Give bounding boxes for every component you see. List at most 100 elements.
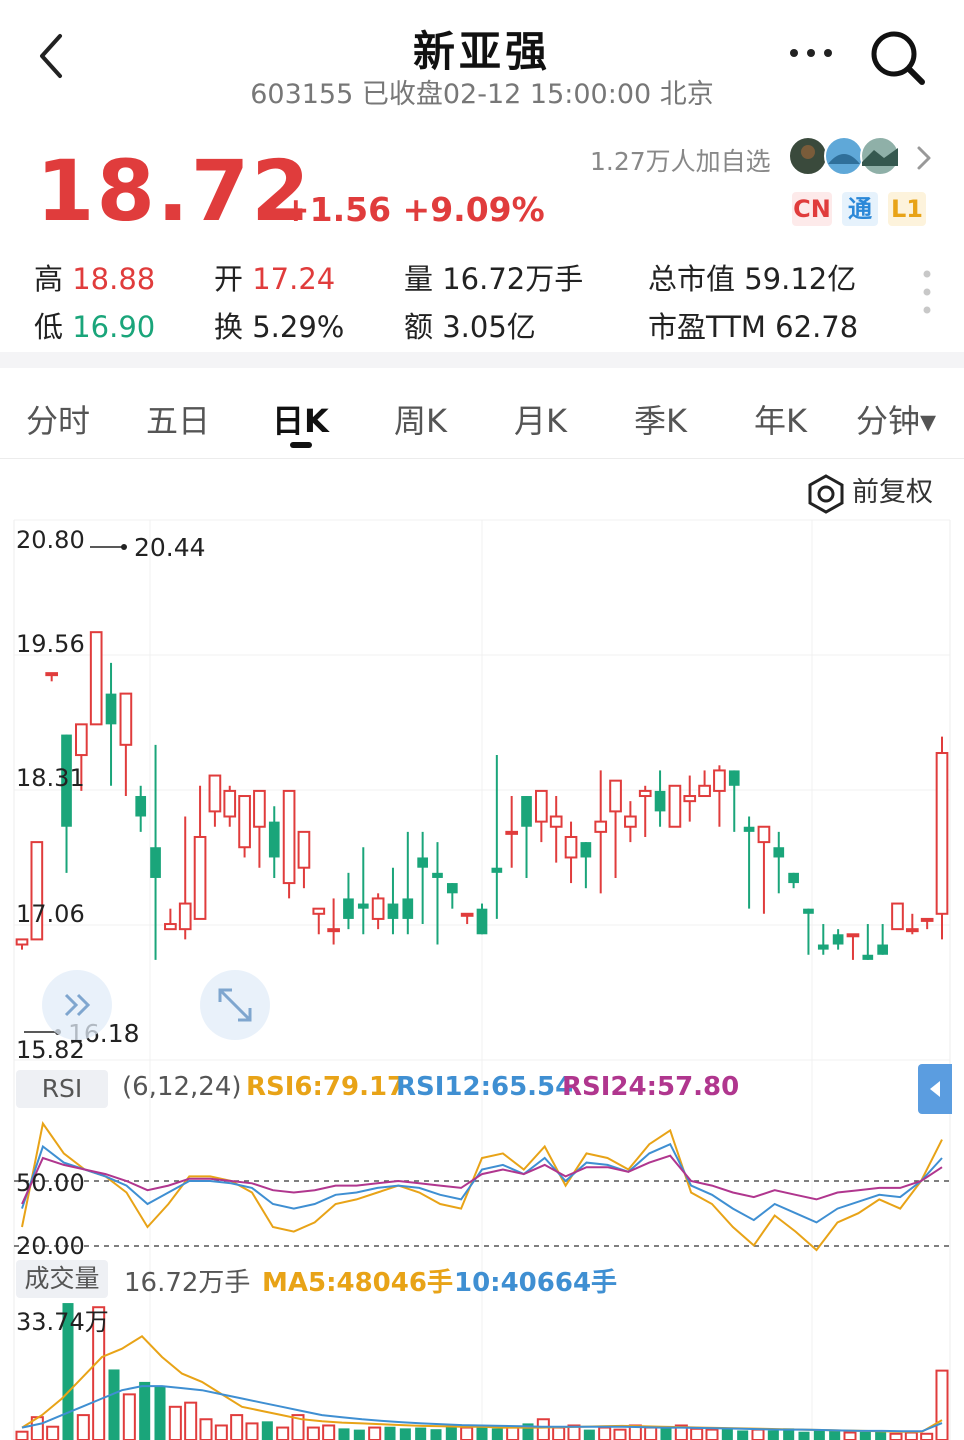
candle-body-53 — [803, 908, 814, 914]
candle-body-11 — [178, 902, 192, 931]
candle-body-44 — [668, 784, 682, 828]
volume-bar-49 — [767, 1430, 779, 1440]
fast-forward-button[interactable] — [42, 970, 112, 1040]
rsi-params: (6,12,24) — [122, 1072, 242, 1102]
candle-body-38 — [580, 842, 592, 858]
candle-body-59 — [891, 902, 904, 931]
candle-body-10 — [164, 923, 177, 931]
volume-bar-29 — [460, 1426, 474, 1440]
volume-indicator-button[interactable]: 成交量 — [16, 1260, 108, 1298]
rsi-axis-label-0: 50.00 — [16, 1169, 85, 1197]
volume-bar-16 — [261, 1421, 273, 1440]
volume-bar-30 — [476, 1426, 488, 1440]
candle-body-47 — [713, 769, 726, 792]
candle-body-5 — [89, 631, 103, 726]
volume-bar-7 — [122, 1393, 136, 1440]
candle-body-24 — [371, 897, 385, 920]
candle-body-43 — [654, 790, 666, 812]
candle-body-60 — [905, 928, 919, 933]
rsi24-legend: RSI24:57.80 — [562, 1072, 740, 1102]
volume-bar-42 — [660, 1428, 672, 1440]
candle-body-61 — [920, 917, 934, 922]
price-axis-label-2: 18.31 — [16, 764, 85, 792]
volume-bar-46 — [721, 1428, 733, 1440]
volume-bar-0 — [15, 1430, 29, 1440]
price-axis-label-0: 20.80 — [16, 526, 85, 554]
candle-body-19 — [297, 830, 311, 869]
rsi6-legend: RSI6:79.17 — [246, 1072, 406, 1102]
candle-body-22 — [343, 898, 354, 919]
fullscreen-button[interactable] — [200, 970, 270, 1040]
price-axis-label-3: 17.06 — [16, 900, 85, 928]
candle-body-49 — [743, 826, 755, 832]
candle-body-20 — [312, 907, 326, 915]
volume-bar-58 — [904, 1431, 918, 1440]
caret-left-icon — [930, 1081, 940, 1097]
volume-bar-23 — [368, 1426, 382, 1440]
candle-body-17 — [268, 821, 280, 858]
candle-body-37 — [564, 835, 578, 859]
volume-bar-11 — [184, 1401, 198, 1440]
candle-body-35 — [535, 789, 548, 823]
rsi-axis-label-1: 20.00 — [16, 1232, 85, 1260]
candle-body-28 — [432, 872, 443, 878]
candle-body-32 — [491, 867, 503, 873]
volume-bar-53 — [829, 1430, 841, 1440]
volume-bar-47 — [737, 1430, 749, 1440]
candle-body-29 — [446, 883, 458, 894]
price-axis-label-1: 19.56 — [16, 630, 85, 658]
candle-body-48 — [728, 770, 740, 786]
candle-body-14 — [223, 789, 237, 818]
candle-body-16 — [253, 789, 266, 828]
vol-ma5-legend: MA5:48046手 — [262, 1268, 453, 1298]
stock-chart[interactable]: 20.8019.5618.3117.0615.8220.4416.1850.00… — [0, 0, 964, 1440]
volume-bar-9 — [154, 1386, 166, 1440]
volume-bar-26 — [415, 1427, 427, 1440]
volume-bar-19 — [306, 1426, 320, 1440]
candle-body-8 — [135, 796, 147, 817]
candle-body-27 — [417, 857, 428, 868]
candle-body-12 — [193, 835, 207, 920]
volume-bar-4 — [76, 1414, 90, 1440]
volume-bar-31 — [491, 1428, 503, 1440]
volume-bar-39 — [613, 1428, 627, 1440]
volume-bar-2 — [46, 1425, 60, 1440]
volume-bar-37 — [583, 1429, 595, 1440]
candle-body-33 — [505, 830, 519, 835]
volume-bar-44 — [690, 1427, 704, 1440]
rsi-indicator-button[interactable]: RSI — [16, 1070, 108, 1108]
candle-body-62 — [935, 752, 949, 915]
candle-body-0 — [15, 938, 29, 946]
candle-body-42 — [638, 789, 652, 798]
candle-body-45 — [683, 795, 697, 803]
candle-body-13 — [208, 774, 222, 813]
candle-body-55 — [832, 934, 844, 945]
candle-body-51 — [773, 847, 785, 858]
volume-bar-60 — [935, 1369, 949, 1440]
volume-legend: 16.72万手 — [124, 1268, 251, 1298]
volume-bar-57 — [889, 1432, 903, 1440]
candle-body-6 — [105, 693, 117, 725]
volume-bar-45 — [705, 1428, 719, 1440]
candle-body-54 — [817, 944, 829, 950]
volume-bar-52 — [813, 1429, 825, 1440]
candle-body-21 — [327, 928, 340, 933]
candle-body-18 — [282, 789, 296, 885]
volume-bar-14 — [230, 1414, 244, 1440]
volume-bar-8 — [139, 1381, 151, 1440]
volume-bar-21 — [338, 1428, 350, 1440]
volume-axis-label-0: 33.74万 — [16, 1308, 109, 1336]
double-chevron-right-icon — [64, 993, 91, 1017]
candle-body-25 — [387, 903, 399, 919]
vol-ma10-legend: 10:40664手 — [454, 1268, 618, 1298]
candle-body-57 — [862, 954, 874, 960]
volume-bar-51 — [798, 1431, 810, 1440]
volume-bar-54 — [843, 1431, 857, 1440]
candle-body-2 — [45, 672, 59, 677]
candle-body-50 — [757, 825, 771, 844]
volume-bar-35 — [552, 1426, 566, 1440]
candle-body-46 — [698, 784, 711, 798]
volume-bar-48 — [751, 1428, 765, 1440]
candle-body-58 — [877, 944, 888, 955]
collapse-panel-button[interactable] — [918, 1064, 952, 1114]
